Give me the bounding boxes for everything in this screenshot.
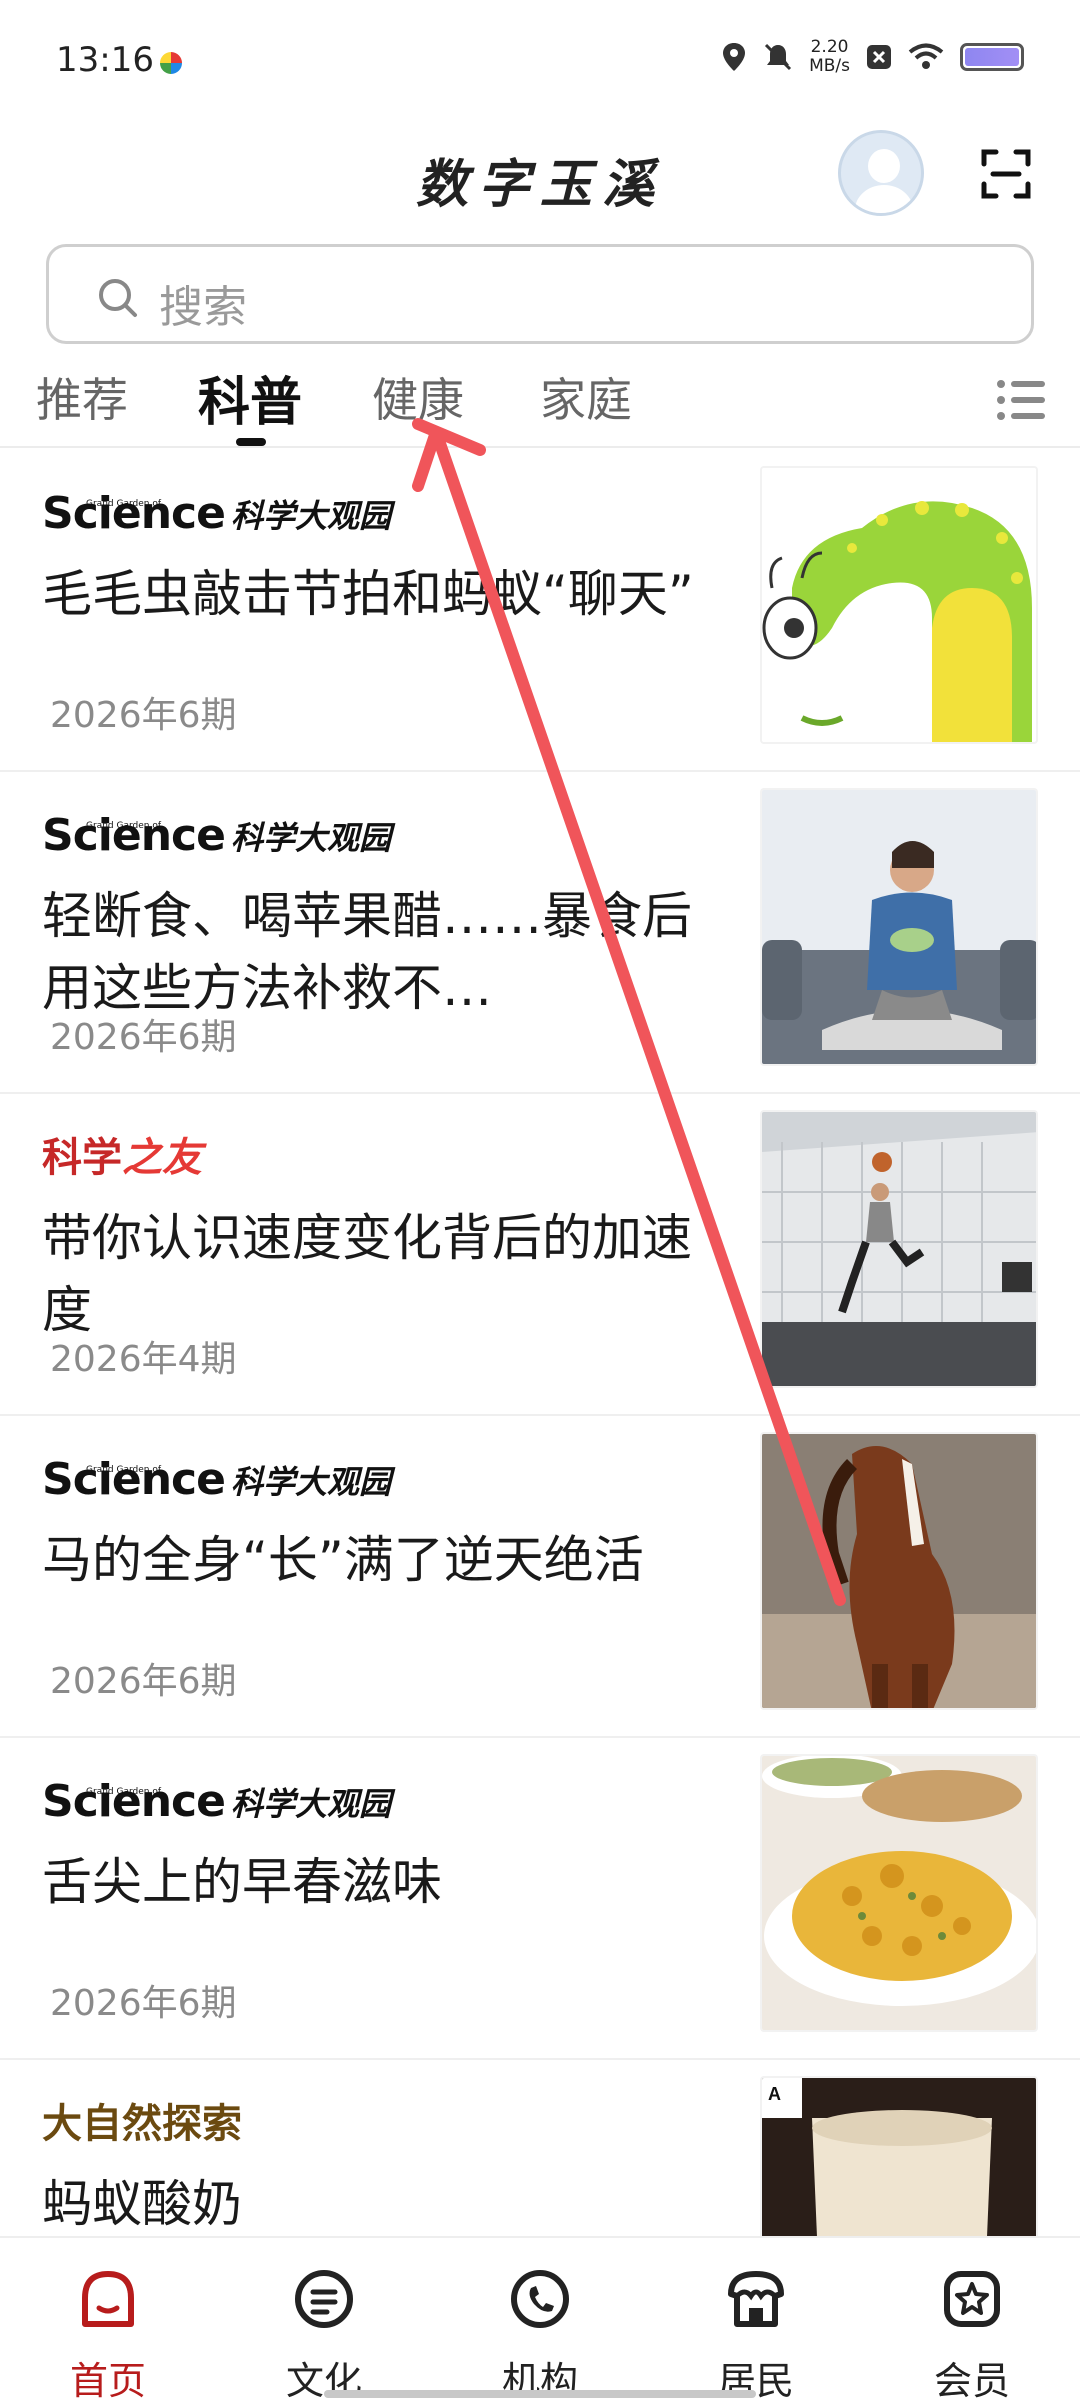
article-issue: 2026年6期 — [50, 1661, 237, 1702]
avatar[interactable] — [838, 130, 924, 216]
article-title: 蚂蚁酸奶 — [42, 2175, 242, 2233]
svg-text:A: A — [768, 2084, 781, 2104]
article-title: 马的全身“长”满了逆天绝活 — [42, 1531, 644, 1589]
status-bar: 13:16 2.20 MB/s — [0, 0, 1080, 120]
nav-culture[interactable]: 文化 — [254, 2266, 394, 2405]
article-item[interactable]: Grand Garden of Science 科学大观园 毛毛虫敲击节拍和蚂蚁“… — [0, 450, 1080, 772]
nav-member[interactable]: 会员 — [902, 2266, 1042, 2405]
search-placeholder: 搜索 — [159, 282, 247, 333]
article-title: 毛毛虫敲击节拍和蚂蚁“聊天” — [42, 565, 694, 623]
net-speed-value: 2.20 — [810, 37, 849, 57]
wifi-icon — [908, 43, 944, 69]
tab-family[interactable]: 家庭 — [540, 364, 632, 430]
net-speed: 2.20 MB/s — [809, 38, 850, 76]
tabs-divider — [0, 446, 1080, 448]
document-icon — [295, 2270, 353, 2328]
article-item[interactable]: Grand Garden of Science 科学大观园 马的全身“长”满了逆天… — [0, 1416, 1080, 1738]
article-issue: 2026年6期 — [50, 1017, 237, 1058]
article-item[interactable]: 科学之友 带你认识速度变化背后的加速度 2026年4期 — [0, 1094, 1080, 1416]
article-issue: 2026年4期 — [50, 1339, 237, 1380]
bottom-nav: 首页 文化 机构 居民 会员 — [0, 2236, 1080, 2408]
member-star-icon — [944, 2271, 1000, 2327]
article-feed: Grand Garden of Science 科学大观园 毛毛虫敲击节拍和蚂蚁“… — [0, 450, 1080, 2382]
article-thumbnail — [760, 788, 1038, 1066]
scan-icon[interactable] — [980, 148, 1032, 200]
article-title: 舌尖上的早春滋味 — [42, 1853, 442, 1911]
article-title: 带你认识速度变化背后的加速度 — [42, 1209, 692, 1339]
tab-science[interactable]: 科普 — [198, 360, 302, 435]
home-icon — [82, 2271, 134, 2327]
location-icon — [723, 43, 746, 71]
net-speed-unit: MB/s — [809, 56, 850, 76]
source-logo-kxzy: 科学之友 — [42, 1135, 202, 1181]
article-issue: 2026年6期 — [50, 695, 237, 736]
source-logo-science: Grand Garden of Science 科学大观园 — [42, 1776, 391, 1827]
article-issue: 2026年6期 — [50, 1983, 237, 2024]
source-logo-dzr: 大自然探索 — [42, 2101, 242, 2147]
article-item[interactable]: Grand Garden of Science 科学大观园 舌尖上的早春滋味 20… — [0, 1738, 1080, 2060]
nav-home-label: 首页 — [69, 2359, 146, 2403]
source-logo-science: Grand Garden of Science 科学大观园 — [42, 488, 391, 539]
tab-health[interactable]: 健康 — [372, 364, 464, 430]
article-title: 轻断食、喝苹果醋……暴食后用这些方法补救不… — [42, 887, 692, 1017]
home-indicator[interactable] — [324, 2390, 756, 2398]
menu-list-icon[interactable] — [996, 378, 1046, 422]
notification-app-icon — [160, 52, 182, 74]
mute-icon — [765, 43, 792, 71]
phone-icon — [511, 2270, 569, 2328]
article-thumbnail — [760, 466, 1038, 744]
residents-icon — [728, 2271, 784, 2327]
category-tabs: 推荐 科普 健康 家庭 — [0, 356, 1080, 448]
active-tab-indicator — [236, 438, 266, 446]
nav-home[interactable]: 首页 — [38, 2266, 178, 2405]
source-logo-science: Grand Garden of Science 科学大观园 — [42, 1454, 391, 1505]
nav-residents[interactable]: 居民 — [686, 2266, 826, 2405]
article-thumbnail — [760, 1432, 1038, 1710]
app-header: 数字玉溪 — [0, 120, 1080, 230]
nav-member-label: 会员 — [933, 2359, 1010, 2403]
search-bar[interactable]: 搜索 — [46, 244, 1034, 344]
article-item[interactable]: Grand Garden of Science 科学大观园 轻断食、喝苹果醋……暴… — [0, 772, 1080, 1094]
source-logo-science: Grand Garden of Science 科学大观园 — [42, 810, 391, 861]
article-thumbnail — [760, 1754, 1038, 2032]
battery-icon — [960, 43, 1024, 71]
nav-institution[interactable]: 机构 — [470, 2266, 610, 2405]
status-icons: 2.20 MB/s — [721, 38, 1024, 76]
close-box-icon — [867, 45, 891, 69]
tab-recommend[interactable]: 推荐 — [36, 364, 128, 430]
article-thumbnail — [760, 1110, 1038, 1388]
status-time: 13:16 — [56, 40, 154, 80]
search-icon — [99, 279, 137, 317]
